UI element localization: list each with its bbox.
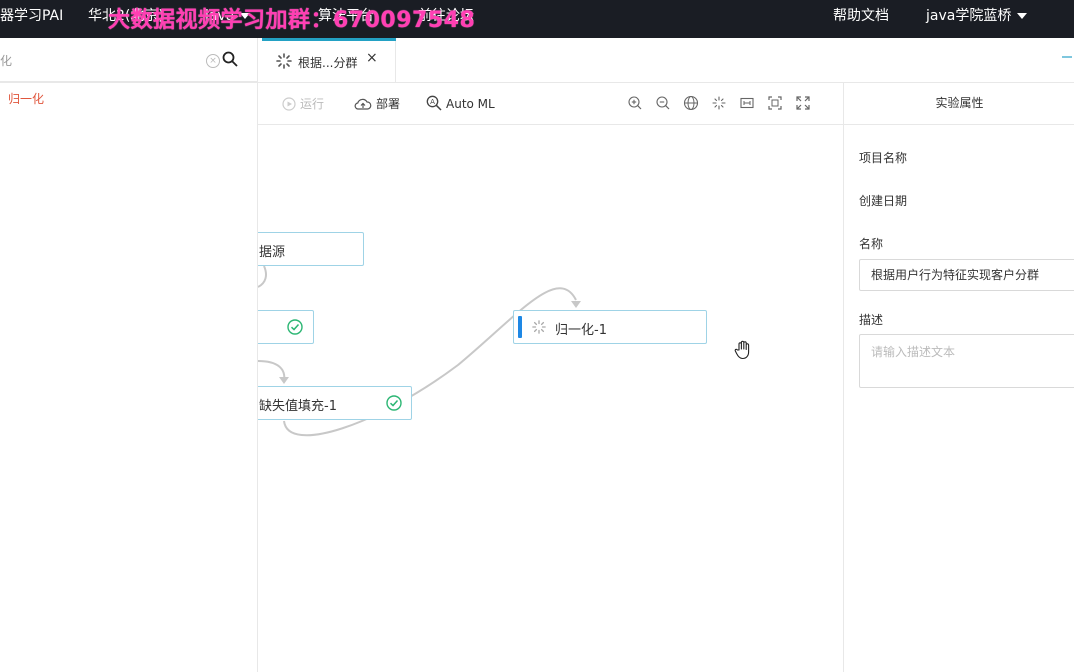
cloud-upload-icon [354,98,372,110]
node-missing-fill[interactable]: 缺失值填充-1 [258,386,412,420]
help-docs-link[interactable]: 帮助文档 [833,0,889,38]
fit-width-icon[interactable] [739,95,755,111]
created-date-label: 创建日期 [859,194,908,208]
zoom-out-icon[interactable] [655,95,671,111]
play-icon [282,97,296,111]
tab-label: 根据...分群 [298,56,358,70]
description-label: 描述 [859,313,884,327]
component-search: 化 × [0,38,258,82]
fullscreen-icon[interactable] [795,95,811,111]
loading-spinner-icon [276,53,292,69]
running-indicator [518,316,522,338]
deploy-label: 部署 [376,97,401,111]
run-label: 运行 [300,97,325,111]
automl-button[interactable]: A Auto ML [426,95,495,111]
tab-experiment[interactable]: 根据...分群 × [262,38,396,82]
user-name: java学院蓝桥 [926,8,1012,24]
user-menu[interactable]: java学院蓝桥 [926,0,1028,38]
watermark-overlay: 大数据视频学习加群：670097548 [108,8,476,33]
zoom-in-icon[interactable] [627,95,643,111]
success-check-icon [287,319,303,335]
run-button[interactable]: 运行 [282,95,324,112]
node-label: 缺失值填充-1 [259,399,337,414]
deploy-button[interactable]: 部署 [354,95,400,112]
project-name-label: 项目名称 [859,151,908,165]
workflow-canvas[interactable]: 据源 缺失值填充-1 归一化-1 [258,125,843,672]
tab-active-indicator [262,38,396,41]
automl-icon: A [426,95,442,111]
node-datasource[interactable]: 据源 [258,232,364,266]
search-icon[interactable] [222,51,238,67]
product-title: 器学习PAI [0,8,64,24]
name-label: 名称 [859,237,884,251]
node-label: 归一化-1 [555,323,607,338]
arrow-head [571,301,581,308]
globe-icon[interactable] [683,95,699,111]
list-item[interactable]: 归一化 [8,90,44,107]
chevron-down-icon [1017,13,1028,19]
arrow-head [279,377,289,384]
top-navigation-bar: 器学习PAI 华北2(北京) java 算法平台 前往论坛 帮助文档 java学… [0,0,1074,38]
panel-title: 实验属性 [844,82,1074,125]
component-list: 归一化 [0,82,258,672]
auto-layout-icon[interactable] [711,95,727,111]
search-input[interactable]: 化 [0,52,12,69]
node-normalize[interactable]: 归一化-1 [513,310,707,344]
close-icon[interactable]: × [366,50,378,66]
description-textarea[interactable]: 请输入描述文本 [859,334,1074,388]
canvas-toolbar: 运行 部署 A Auto ML [258,82,843,125]
node-split[interactable] [258,310,314,344]
success-check-icon [386,395,402,411]
name-input[interactable]: 根据用户行为特征实现客户分群 [859,259,1074,291]
svg-text:A: A [430,98,435,106]
fit-canvas-icon[interactable] [767,95,783,111]
automl-label: Auto ML [446,97,495,111]
node-label: 据源 [259,245,286,260]
hand-cursor-icon [734,340,750,360]
experiment-properties-panel: 实验属性 项目名称 创建日期 名称 根据用户行为特征实现客户分群 描述 请输入描… [843,82,1074,672]
edge-datasource-split [258,265,267,288]
clear-icon[interactable]: × [206,54,220,68]
tab-overflow-indicator [1062,56,1072,58]
loading-spinner-icon [532,320,546,334]
